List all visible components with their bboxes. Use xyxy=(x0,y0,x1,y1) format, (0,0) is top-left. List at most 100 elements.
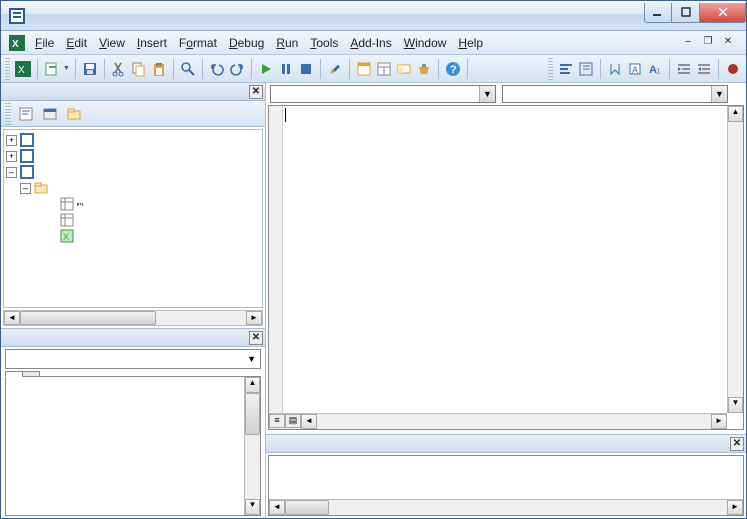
immediate-hscrollbar[interactable]: ◄ ► xyxy=(269,499,743,515)
scroll-thumb[interactable] xyxy=(20,311,156,325)
properties-vscrollbar[interactable]: ▲ ▼ xyxy=(244,377,260,515)
scroll-left-button[interactable]: ◄ xyxy=(301,414,317,429)
project-explorer-button[interactable] xyxy=(355,58,373,80)
tree-toggle[interactable]: – xyxy=(20,183,31,194)
excel-icon[interactable]: X xyxy=(9,35,25,51)
menu-edit[interactable]: Edit xyxy=(60,34,93,52)
maximize-button[interactable] xyxy=(672,3,700,23)
break-button[interactable] xyxy=(277,58,295,80)
left-column: ✕ + + – – X ◄ ► xyxy=(1,83,266,518)
full-module-view-button[interactable]: ▤ xyxy=(285,414,301,428)
menu-addins[interactable]: Add-Ins xyxy=(344,34,397,52)
toolbar-grip[interactable] xyxy=(5,58,10,80)
save-button[interactable] xyxy=(81,58,99,80)
scroll-right-button[interactable]: ► xyxy=(727,500,743,515)
tab-alphabetic[interactable] xyxy=(5,371,23,377)
scroll-track[interactable] xyxy=(728,122,743,397)
edit-tb-2[interactable] xyxy=(577,58,595,80)
undo-button[interactable] xyxy=(208,58,226,80)
properties-panel-close-button[interactable]: ✕ xyxy=(249,331,263,345)
mdi-minimize-button[interactable]: – xyxy=(680,36,696,50)
view-object-button[interactable] xyxy=(39,103,61,125)
close-button[interactable] xyxy=(700,3,746,23)
scroll-up-button[interactable]: ▲ xyxy=(728,106,743,122)
code-text[interactable] xyxy=(285,108,286,122)
scroll-thumb[interactable] xyxy=(245,393,260,435)
procedure-dropdown[interactable]: ▼ xyxy=(502,85,728,103)
edit-tb-3[interactable] xyxy=(606,58,624,80)
project-toolbar-grip[interactable] xyxy=(5,103,11,125)
procedure-view-button[interactable]: ≡ xyxy=(269,414,285,428)
paste-button[interactable] xyxy=(150,58,168,80)
edit-tb-5[interactable]: A1 xyxy=(646,58,664,80)
scroll-right-button[interactable]: ► xyxy=(246,311,262,325)
project-hscrollbar[interactable]: ◄ ► xyxy=(3,310,263,326)
project-tree[interactable]: + + – – X xyxy=(3,129,263,308)
run-button[interactable] xyxy=(257,58,275,80)
menu-tools[interactable]: Tools xyxy=(304,34,344,52)
menu-run[interactable]: Run xyxy=(270,34,304,52)
dropdown-icon[interactable]: ▼ xyxy=(479,86,495,102)
scroll-right-button[interactable]: ► xyxy=(711,414,727,429)
breakpoint-button[interactable] xyxy=(724,58,742,80)
mdi-restore-button[interactable]: ❐ xyxy=(700,36,716,50)
properties-panel-header: ✕ xyxy=(1,329,265,347)
help-button[interactable]: ? xyxy=(444,58,462,80)
scroll-down-button[interactable]: ▼ xyxy=(245,499,260,515)
immediate-window[interactable]: ◄ ► xyxy=(268,455,744,516)
menu-format[interactable]: Format xyxy=(173,34,223,52)
scroll-down-button[interactable]: ▼ xyxy=(728,397,743,413)
edit-tb-1[interactable] xyxy=(557,58,575,80)
code-dropdown-bar: ▼ ▼ xyxy=(266,83,746,105)
worksheet-icon xyxy=(60,213,74,227)
scroll-up-button[interactable]: ▲ xyxy=(245,377,260,393)
reset-button[interactable] xyxy=(297,58,315,80)
object-dropdown[interactable]: ▼ xyxy=(270,85,496,103)
edit-tb-4[interactable]: A xyxy=(626,58,644,80)
svg-text:1: 1 xyxy=(656,67,661,76)
insert-button[interactable] xyxy=(43,58,61,80)
tree-toggle[interactable]: + xyxy=(6,135,17,146)
code-hscrollbar[interactable]: ≡ ▤ ◄ ► xyxy=(269,413,727,429)
scroll-track[interactable] xyxy=(317,414,711,429)
code-vscrollbar[interactable]: ▲ ▼ xyxy=(727,106,743,413)
properties-window-button[interactable] xyxy=(375,58,393,80)
find-button[interactable] xyxy=(179,58,197,80)
toggle-folders-button[interactable] xyxy=(63,103,85,125)
view-code-button[interactable] xyxy=(15,103,37,125)
menu-help[interactable]: Help xyxy=(452,34,489,52)
menu-debug[interactable]: Debug xyxy=(223,34,270,52)
object-browser-button[interactable] xyxy=(395,58,413,80)
menu-insert[interactable]: Insert xyxy=(131,34,173,52)
properties-grid[interactable]: ▲ ▼ xyxy=(5,376,261,516)
immediate-panel-close-button[interactable]: ✕ xyxy=(730,437,744,451)
code-editor[interactable]: ▲ ▼ ≡ ▤ ◄ ► xyxy=(268,105,744,430)
properties-object-combo[interactable]: ▼ xyxy=(5,349,261,369)
menu-window[interactable]: Window xyxy=(398,34,453,52)
insert-dropdown[interactable]: ▼ xyxy=(63,65,70,72)
copy-button[interactable] xyxy=(130,58,148,80)
minimize-button[interactable] xyxy=(644,3,672,23)
cut-button[interactable] xyxy=(110,58,128,80)
toolbox-button[interactable] xyxy=(415,58,433,80)
menu-view[interactable]: View xyxy=(93,34,131,52)
view-excel-button[interactable]: X xyxy=(14,58,32,80)
indent-button[interactable] xyxy=(675,58,693,80)
redo-button[interactable] xyxy=(228,58,246,80)
dropdown-icon[interactable]: ▼ xyxy=(247,354,256,364)
toolbar-grip-2[interactable] xyxy=(548,58,553,80)
scroll-thumb[interactable] xyxy=(285,500,329,515)
scroll-left-button[interactable]: ◄ xyxy=(269,500,285,515)
tree-node-sheet1[interactable] xyxy=(77,203,83,205)
design-mode-button[interactable] xyxy=(326,58,344,80)
project-panel-header: ✕ xyxy=(1,83,265,101)
scroll-left-button[interactable]: ◄ xyxy=(4,311,20,325)
project-panel-close-button[interactable]: ✕ xyxy=(249,85,263,99)
menu-file[interactable]: File xyxy=(29,34,60,52)
tree-toggle[interactable]: – xyxy=(6,167,17,178)
workbook-icon: X xyxy=(60,229,74,243)
outdent-button[interactable] xyxy=(695,58,713,80)
dropdown-icon[interactable]: ▼ xyxy=(711,86,727,102)
tree-toggle[interactable]: + xyxy=(6,151,17,162)
mdi-close-button[interactable]: ✕ xyxy=(720,36,736,50)
